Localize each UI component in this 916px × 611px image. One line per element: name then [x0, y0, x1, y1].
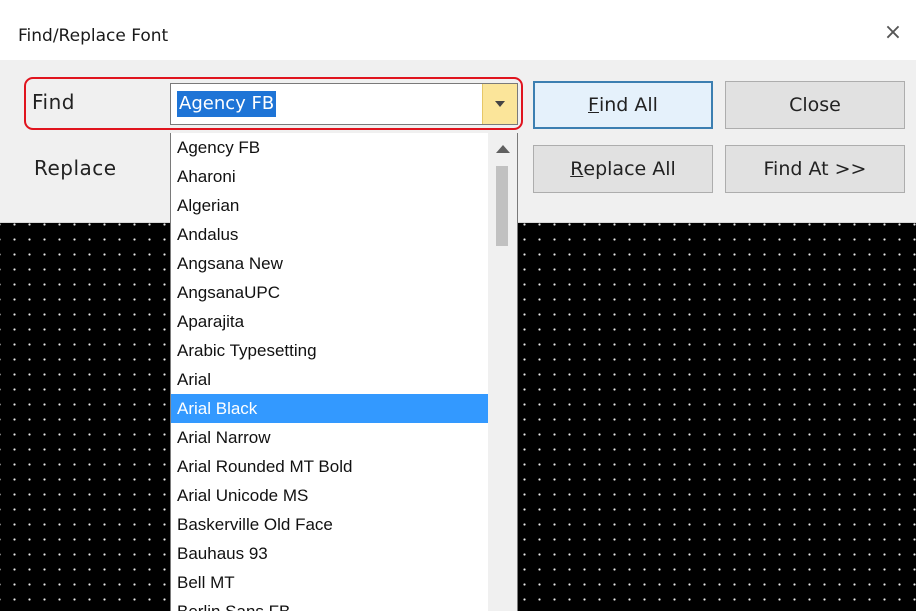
font-list-item[interactable]: Andalus	[171, 220, 488, 249]
find-at-button[interactable]: Find At >>	[725, 145, 905, 193]
scroll-up-button[interactable]	[488, 137, 517, 161]
font-list-item[interactable]: Arabic Typesetting	[171, 336, 488, 365]
find-all-button[interactable]: Find All	[533, 81, 713, 129]
font-list-item[interactable]: Baskerville Old Face	[171, 510, 488, 539]
font-list-item[interactable]: Agency FB	[171, 133, 488, 162]
replace-all-button[interactable]: Replace All	[533, 145, 713, 193]
font-dropdown-list[interactable]: Agency FB Aharoni Algerian Andalus Angsana N…	[170, 133, 518, 611]
font-list-item[interactable]: Arial Rounded MT Bold	[171, 452, 488, 481]
scroll-thumb[interactable]	[496, 166, 508, 246]
find-row-highlight	[24, 77, 523, 130]
title-bar: Find/Replace Font ×	[0, 0, 916, 60]
font-list-item[interactable]: Aharoni	[171, 162, 488, 191]
find-all-accesskey: F	[588, 94, 599, 116]
font-list-item[interactable]: Berlin Sans FB	[171, 597, 488, 611]
replace-all-label: eplace All	[583, 158, 676, 180]
font-list-item[interactable]: Algerian	[171, 191, 488, 220]
font-list-item[interactable]: Angsana New	[171, 249, 488, 278]
close-button[interactable]: Close	[725, 81, 905, 129]
font-list-item[interactable]: Arial	[171, 365, 488, 394]
scroll-up-arrow-icon	[495, 145, 510, 153]
close-button-label: Close	[789, 94, 841, 116]
font-list-item[interactable]: Arial Black	[171, 394, 488, 423]
font-list-item[interactable]: Aparajita	[171, 307, 488, 336]
font-list-item[interactable]: Bell MT	[171, 568, 488, 597]
replace-label: Replace	[34, 156, 117, 180]
font-list-item[interactable]: AngsanaUPC	[171, 278, 488, 307]
font-list-item[interactable]: Arial Unicode MS	[171, 481, 488, 510]
find-at-label: Find At >>	[763, 158, 867, 180]
font-list-item[interactable]: Arial Narrow	[171, 423, 488, 452]
close-icon[interactable]: ×	[878, 18, 908, 48]
replace-all-accesskey: R	[570, 158, 584, 180]
font-list: Agency FB Aharoni Algerian Andalus Angsana N…	[171, 133, 488, 611]
dropdown-scrollbar[interactable]	[488, 133, 517, 611]
dialog-title: Find/Replace Font	[18, 26, 169, 46]
find-all-label: ind All	[598, 94, 658, 116]
font-list-item[interactable]: Bauhaus 93	[171, 539, 488, 568]
